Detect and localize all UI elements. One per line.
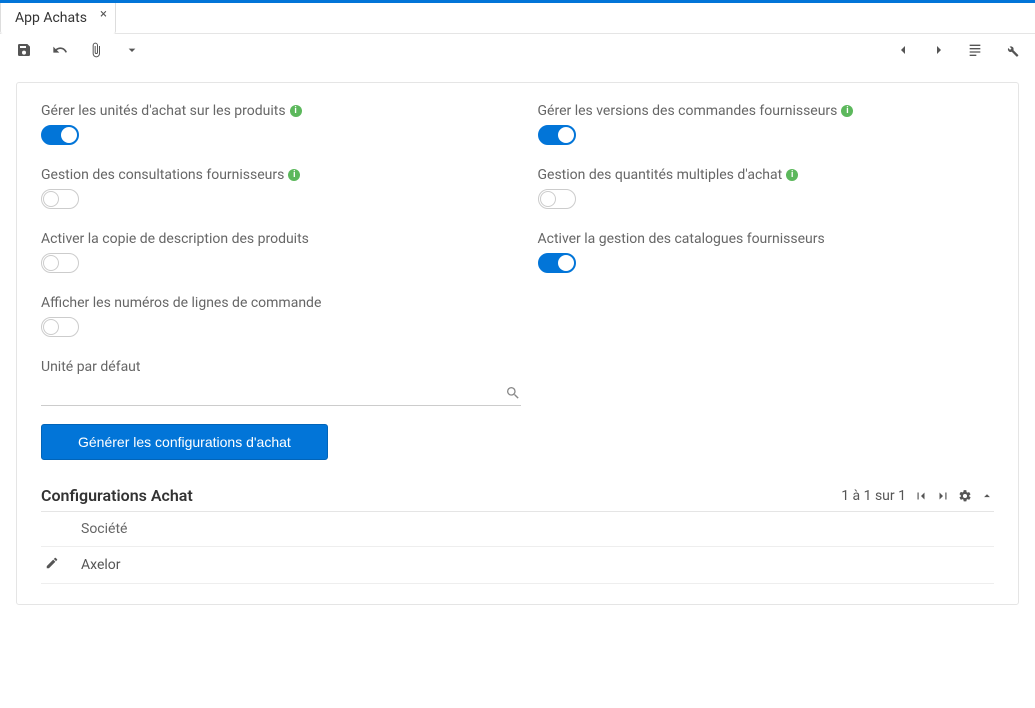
- caret-down-icon[interactable]: [124, 42, 140, 58]
- toolbar: [0, 34, 1035, 66]
- setting-label: Activer la gestion des catalogues fourni…: [538, 231, 995, 247]
- table-header-societe: Société: [77, 512, 994, 547]
- label-text: Gérer les unités d'achat sur les produit…: [41, 103, 286, 119]
- default-unit-field: Unité par défaut: [41, 359, 994, 406]
- setting-supplier-consultations: Gestion des consultations fournisseurs i: [41, 167, 498, 213]
- gear-icon[interactable]: [958, 489, 972, 503]
- table-header-row: Société: [41, 512, 994, 547]
- configurations-tools: 1 à 1 sur 1: [841, 488, 994, 504]
- setting-label: Activer la copie de description des prod…: [41, 231, 498, 247]
- row-edit-cell: [41, 547, 77, 584]
- setting-label: Gérer les unités d'achat sur les produit…: [41, 103, 498, 119]
- first-page-icon[interactable]: [914, 489, 928, 503]
- pager-text: 1 à 1 sur 1: [841, 488, 906, 504]
- tab-label: App Achats: [15, 10, 87, 26]
- search-icon[interactable]: [505, 385, 521, 401]
- save-icon[interactable]: [16, 42, 32, 58]
- cell-societe: Axelor: [77, 547, 994, 584]
- settings-col-right: Gérer les versions des commandes fournis…: [538, 103, 995, 341]
- setting-label: Gérer les versions des commandes fournis…: [538, 103, 995, 119]
- default-unit-input[interactable]: [41, 381, 505, 405]
- toggle-show-line-numbers[interactable]: [41, 317, 79, 337]
- setting-supplier-catalogs: Activer la gestion des catalogues fourni…: [538, 231, 995, 277]
- tab-app-achats[interactable]: App Achats ×: [0, 3, 116, 34]
- info-icon[interactable]: i: [290, 105, 302, 117]
- settings-grid: Gérer les unités d'achat sur les produit…: [41, 103, 994, 341]
- table-header-edit: [41, 512, 77, 547]
- settings-panel: Gérer les unités d'achat sur les produit…: [16, 82, 1019, 605]
- settings-col-left: Gérer les unités d'achat sur les produit…: [41, 103, 498, 341]
- configurations-table: Société Axelor: [41, 512, 994, 584]
- edit-icon[interactable]: [45, 556, 59, 570]
- toggle-supplier-catalogs[interactable]: [538, 253, 576, 273]
- setting-manage-supplier-order-versions: Gérer les versions des commandes fournis…: [538, 103, 995, 149]
- list-icon[interactable]: [967, 42, 983, 58]
- prev-icon[interactable]: [895, 42, 911, 58]
- toggle-manage-purchase-units[interactable]: [41, 125, 79, 145]
- toolbar-left: [16, 42, 140, 58]
- label-text: Gestion des quantités multiples d'achat: [538, 167, 783, 183]
- label-text: Gestion des consultations fournisseurs: [41, 167, 284, 183]
- collapse-icon[interactable]: [980, 489, 994, 503]
- info-icon[interactable]: i: [288, 169, 300, 181]
- configurations-title: Configurations Achat: [41, 486, 193, 505]
- configurations-section-header: Configurations Achat 1 à 1 sur 1: [41, 486, 994, 512]
- toggle-manage-supplier-order-versions[interactable]: [538, 125, 576, 145]
- default-unit-label: Unité par défaut: [41, 359, 994, 375]
- label-text: Activer la gestion des catalogues fourni…: [538, 231, 825, 247]
- label-text: Activer la copie de description des prod…: [41, 231, 309, 247]
- table-row[interactable]: Axelor: [41, 547, 994, 584]
- generate-purchase-configs-button[interactable]: Générer les configurations d'achat: [41, 424, 328, 460]
- info-icon[interactable]: i: [841, 105, 853, 117]
- setting-label: Gestion des quantités multiples d'achat …: [538, 167, 995, 183]
- setting-label: Gestion des consultations fournisseurs i: [41, 167, 498, 183]
- default-unit-input-row: [41, 381, 521, 406]
- close-icon[interactable]: ×: [100, 7, 107, 22]
- attach-icon[interactable]: [88, 42, 104, 58]
- next-icon[interactable]: [931, 42, 947, 58]
- wrench-icon[interactable]: [1003, 42, 1019, 58]
- setting-manage-purchase-units: Gérer les unités d'achat sur les produit…: [41, 103, 498, 149]
- toggle-copy-product-description[interactable]: [41, 253, 79, 273]
- toolbar-right: [895, 42, 1019, 58]
- toggle-supplier-consultations[interactable]: [41, 189, 79, 209]
- label-text: Gérer les versions des commandes fournis…: [538, 103, 838, 119]
- setting-show-line-numbers: Afficher les numéros de lignes de comman…: [41, 295, 498, 341]
- label-text: Afficher les numéros de lignes de comman…: [41, 295, 321, 311]
- undo-icon[interactable]: [52, 42, 68, 58]
- setting-copy-product-description: Activer la copie de description des prod…: [41, 231, 498, 277]
- last-page-icon[interactable]: [936, 489, 950, 503]
- setting-multiple-purchase-qty: Gestion des quantités multiples d'achat …: [538, 167, 995, 213]
- tab-strip: App Achats ×: [0, 0, 1035, 34]
- toggle-multiple-purchase-qty[interactable]: [538, 189, 576, 209]
- info-icon[interactable]: i: [786, 169, 798, 181]
- setting-label: Afficher les numéros de lignes de comman…: [41, 295, 498, 311]
